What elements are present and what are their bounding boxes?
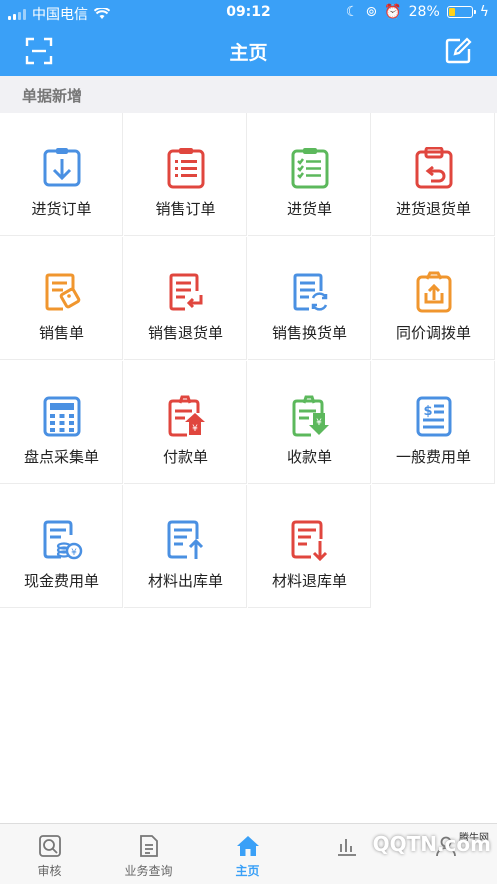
battery-percent: 28% xyxy=(408,4,440,20)
grid-item-label: 同价调拨单 xyxy=(395,324,471,342)
lock-rotation-icon: ⊚ xyxy=(365,4,378,20)
cash-expense-icon: ¥ xyxy=(43,520,83,560)
grid-item-transfer[interactable]: 同价调拨单 xyxy=(372,237,495,360)
grid-item-label: 进货单 xyxy=(286,200,332,218)
watermark: QQTN.com xyxy=(372,832,491,856)
grid-item-sales-order[interactable]: 销售订单 xyxy=(124,113,247,236)
grid-item-sales-slip[interactable]: 销售单 xyxy=(0,237,123,360)
section-header: 单据新增 xyxy=(0,76,497,113)
checklist-icon xyxy=(291,148,329,189)
grid-item-label: 销售单 xyxy=(38,324,84,342)
grid-item-label: 销售订单 xyxy=(155,200,216,218)
alarm-icon: ⏰ xyxy=(384,4,402,20)
grid-item-sales-return[interactable]: 销售退货单 xyxy=(124,237,247,360)
tab-label: 主页 xyxy=(235,864,260,878)
status-bar: 中国电信 09:12 ☾ ⊚ ⏰ 28% ϟ xyxy=(0,0,497,26)
svg-text:¥: ¥ xyxy=(192,424,198,434)
grid-item-label: 材料出库单 xyxy=(147,572,223,590)
return-clipboard-icon xyxy=(415,147,453,189)
grid-item-general-expense[interactable]: $ 一般费用单 xyxy=(372,361,495,484)
svg-text:$: $ xyxy=(423,404,432,419)
transfer-clipboard-icon xyxy=(416,271,452,313)
grid-item-sales-exchange[interactable]: 销售换货单 xyxy=(248,237,371,360)
expense-doc-icon: $ xyxy=(416,396,452,437)
query-icon xyxy=(140,835,158,857)
grid-item-purchase-return[interactable]: 进货退货单 xyxy=(372,113,495,236)
home-icon xyxy=(237,836,259,856)
audit-icon xyxy=(39,835,61,857)
grid-item-label: 进货订单 xyxy=(31,200,92,218)
tab-audit[interactable]: 审核 xyxy=(0,824,99,884)
grid-item-label: 进货退货单 xyxy=(395,200,471,218)
grid-item-label: 销售退货单 xyxy=(147,324,223,342)
receipt-icon: ¥ xyxy=(292,395,329,437)
report-icon xyxy=(338,839,356,856)
list-clipboard-icon xyxy=(167,148,205,189)
grid-item-payment[interactable]: ¥ 付款单 xyxy=(124,361,247,484)
grid-item-label: 付款单 xyxy=(162,448,208,466)
battery-icon xyxy=(446,6,476,18)
grid-item-label: 现金费用单 xyxy=(23,572,99,590)
grid-item-label: 盘点采集单 xyxy=(23,448,99,466)
moon-icon: ☾ xyxy=(345,4,359,20)
grid-item-material-out[interactable]: 材料出库单 xyxy=(124,485,247,608)
grid-item-label: 材料退库单 xyxy=(271,572,347,590)
grid-item-cash-expense[interactable]: ¥ 现金费用单 xyxy=(0,485,123,608)
tab-label: 业务查询 xyxy=(124,864,173,878)
section-title: 单据新增 xyxy=(22,87,83,105)
grid-item-material-return[interactable]: 材料退库单 xyxy=(248,485,371,608)
grid-item-purchase-order[interactable]: 进货订单 xyxy=(0,113,123,236)
material-out-icon xyxy=(167,520,204,559)
payment-icon: ¥ xyxy=(168,395,205,437)
grid-item-label: 销售换货单 xyxy=(271,324,347,342)
tab-label: 审核 xyxy=(37,864,62,878)
grid-item-purchase-slip[interactable]: 进货单 xyxy=(248,113,371,236)
tab-query[interactable]: 业务查询 xyxy=(99,824,198,884)
download-clipboard-icon xyxy=(43,148,81,187)
sales-doc-icon xyxy=(45,273,81,311)
material-return-icon xyxy=(291,520,328,561)
header-bar: 主页 xyxy=(0,26,497,76)
edit-icon[interactable] xyxy=(443,36,473,66)
svg-text:¥: ¥ xyxy=(316,418,322,428)
sales-return-icon xyxy=(169,273,203,311)
svg-text:¥: ¥ xyxy=(71,548,77,558)
calculator-icon xyxy=(43,396,81,437)
grid-item-label: 收款单 xyxy=(286,448,332,466)
status-right: ☾ ⊚ ⏰ 28% ϟ xyxy=(346,4,489,20)
page-title: 主页 xyxy=(229,42,268,64)
tab-home[interactable]: 主页 xyxy=(198,824,297,884)
exchange-doc-icon xyxy=(293,273,328,311)
grid-item-stocktake[interactable]: 盘点采集单 xyxy=(0,361,123,484)
grid-item-label: 一般费用单 xyxy=(395,448,471,466)
charging-icon: ϟ xyxy=(479,4,489,20)
grid-item-receipt[interactable]: ¥ 收款单 xyxy=(248,361,371,484)
